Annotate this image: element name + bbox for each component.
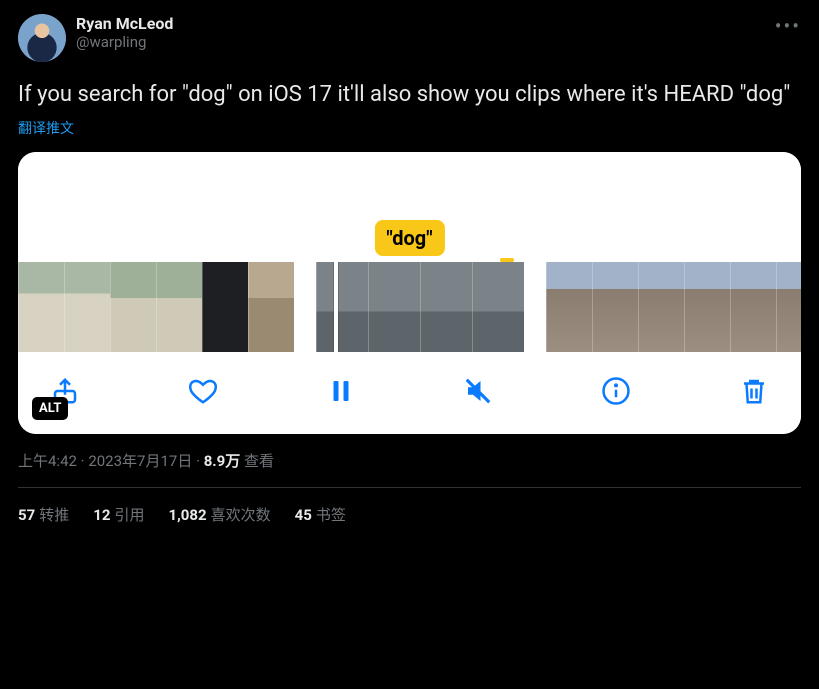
clip-thumbnail xyxy=(316,262,368,352)
clip-thumbnail xyxy=(368,262,420,352)
clip-thumbnail xyxy=(638,262,684,352)
trash-icon[interactable] xyxy=(737,374,771,408)
clip-group-2 xyxy=(316,262,524,352)
clip-thumbnail xyxy=(64,262,110,352)
caption-pill: "dog" xyxy=(374,220,444,256)
clip-thumbnail xyxy=(18,262,64,352)
stat-likes[interactable]: 1,082喜欢次数 xyxy=(168,504,270,525)
clip-thumbnail xyxy=(420,262,472,352)
tweet-text: If you search for "dog" on iOS 17 it'll … xyxy=(18,80,801,110)
clip-thumbnail xyxy=(684,262,730,352)
meta-date[interactable]: 2023年7月17日 xyxy=(88,452,192,470)
pause-icon[interactable] xyxy=(324,374,358,408)
stat-bookmarks[interactable]: 45书签 xyxy=(295,504,346,525)
alt-badge[interactable]: ALT xyxy=(32,397,68,420)
clip-thumbnail xyxy=(730,262,776,352)
tweet-meta: 上午4:42 · 2023年7月17日 · 8.9万 查看 xyxy=(18,450,801,471)
stat-retweets[interactable]: 57转推 xyxy=(18,504,69,525)
video-scrubber[interactable] xyxy=(18,262,801,352)
clip-thumbnail xyxy=(776,262,801,352)
clip-group-1 xyxy=(18,262,294,352)
author-display-name: Ryan McLeod xyxy=(76,14,173,33)
meta-time[interactable]: 上午4:42 xyxy=(18,452,77,470)
clip-thumbnail xyxy=(546,262,592,352)
translate-link[interactable]: 翻译推文 xyxy=(18,118,801,138)
tweet-header: Ryan McLeod @warpling xyxy=(18,14,801,62)
author-block[interactable]: Ryan McLeod @warpling xyxy=(76,14,173,51)
meta-views-count: 8.9万 xyxy=(204,452,241,470)
tweet-container: Ryan McLeod @warpling ••• If you search … xyxy=(0,0,819,539)
stat-quotes[interactable]: 12引用 xyxy=(93,504,144,525)
media-card[interactable]: "dog" xyxy=(18,152,801,434)
more-options-button[interactable]: ••• xyxy=(775,14,801,38)
tweet-stats: 57转推 12引用 1,082喜欢次数 45书签 xyxy=(18,504,801,525)
clip-thumbnail xyxy=(156,262,202,352)
mute-icon[interactable] xyxy=(461,374,495,408)
info-icon[interactable] xyxy=(599,374,633,408)
clip-thumbnail xyxy=(202,262,248,352)
clip-thumbnail xyxy=(592,262,638,352)
clip-thumbnail xyxy=(472,262,524,352)
media-header-area: "dog" xyxy=(18,152,801,262)
heart-icon[interactable] xyxy=(186,374,220,408)
divider xyxy=(18,487,801,488)
meta-views-label: 查看 xyxy=(244,452,274,470)
media-toolbar xyxy=(18,352,801,434)
clip-thumbnail xyxy=(110,262,156,352)
clip-thumbnail xyxy=(248,262,294,352)
avatar[interactable] xyxy=(18,14,66,62)
clip-group-3 xyxy=(546,262,801,352)
playhead-indicator[interactable] xyxy=(334,262,338,352)
author-handle: @warpling xyxy=(76,33,173,51)
